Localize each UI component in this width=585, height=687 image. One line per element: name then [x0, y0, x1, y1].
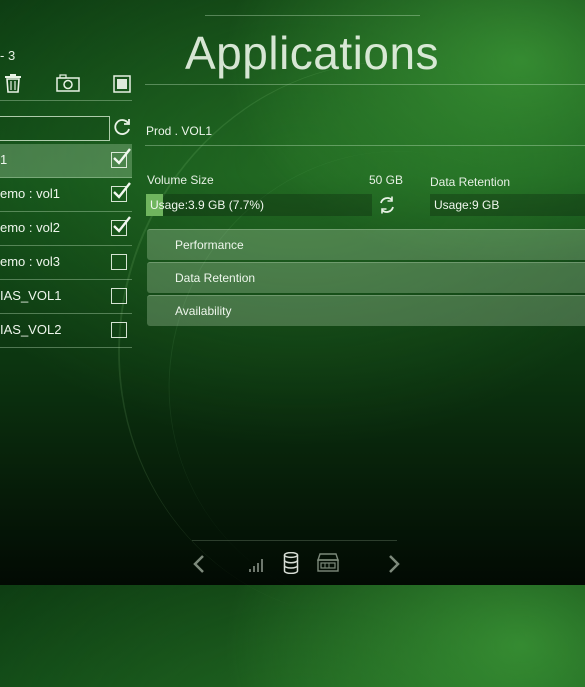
stop-icon[interactable]: [113, 75, 131, 98]
section-availability[interactable]: Availability: [147, 295, 585, 326]
volume-size-label: Volume Size: [147, 173, 214, 187]
search-input[interactable]: [0, 116, 110, 141]
section-label: Performance: [175, 238, 244, 252]
volume-checkbox[interactable]: [111, 182, 131, 202]
volume-row-demo-vol1[interactable]: emo : vol1: [0, 178, 132, 212]
volume-checkbox[interactable]: [111, 322, 127, 338]
page-title: Applications: [185, 27, 440, 79]
volume-row-ias-vol2[interactable]: IAS_VOL2: [0, 314, 132, 348]
volume-label: 1: [0, 152, 8, 167]
volume-checkbox[interactable]: [111, 254, 127, 270]
data-retention-usage-bar: Usage:9 GB: [430, 194, 585, 216]
volume-row-1[interactable]: 1: [0, 144, 132, 178]
volume-list: 1 emo : vol1 emo : vol2 emo : vol3 IAS_V…: [0, 144, 132, 348]
volume-checkbox[interactable]: [111, 288, 127, 304]
divider: [145, 84, 585, 85]
section-label: Availability: [175, 304, 232, 318]
volume-row-demo-vol3[interactable]: emo : vol3: [0, 246, 132, 280]
signal-bars-icon[interactable]: [248, 556, 266, 577]
chevron-left-icon[interactable]: [192, 554, 206, 579]
section-label: Data Retention: [175, 271, 256, 285]
volume-row-demo-vol2[interactable]: emo : vol2: [0, 212, 132, 246]
refresh-icon[interactable]: [112, 117, 132, 142]
refresh-icon[interactable]: [377, 195, 397, 220]
volume-label: IAS_VOL1: [0, 288, 62, 303]
divider: [145, 145, 585, 146]
volume-label: emo : vol1: [0, 186, 60, 201]
database-icon[interactable]: [283, 551, 299, 579]
volume-checkbox[interactable]: [111, 148, 131, 168]
volume-label: emo : vol3: [0, 254, 60, 269]
server-icon[interactable]: [317, 553, 339, 578]
divider: [192, 540, 397, 541]
volume-label: IAS_VOL2: [0, 322, 62, 337]
volume-detail-title: Prod . VOL1: [146, 124, 213, 138]
volume-usage-bar: Usage:3.9 GB (7.7%): [146, 194, 372, 216]
data-retention-usage-text: Usage:9 GB: [434, 198, 500, 212]
divider: [0, 100, 132, 101]
section-data-retention[interactable]: Data Retention: [147, 262, 585, 293]
volume-checkbox[interactable]: [111, 216, 131, 236]
volume-count-label: - 3: [0, 48, 16, 63]
section-performance[interactable]: Performance: [147, 229, 585, 260]
camera-icon[interactable]: [56, 74, 80, 97]
volume-label: emo : vol2: [0, 220, 60, 235]
volume-usage-text: Usage:3.9 GB (7.7%): [150, 198, 265, 212]
volume-row-ias-vol1[interactable]: IAS_VOL1: [0, 280, 132, 314]
data-retention-label: Data Retention: [430, 175, 511, 189]
divider: [205, 15, 420, 16]
chevron-right-icon[interactable]: [387, 554, 401, 579]
volume-size-value: 50 GB: [369, 173, 404, 187]
trash-icon[interactable]: [3, 73, 23, 98]
